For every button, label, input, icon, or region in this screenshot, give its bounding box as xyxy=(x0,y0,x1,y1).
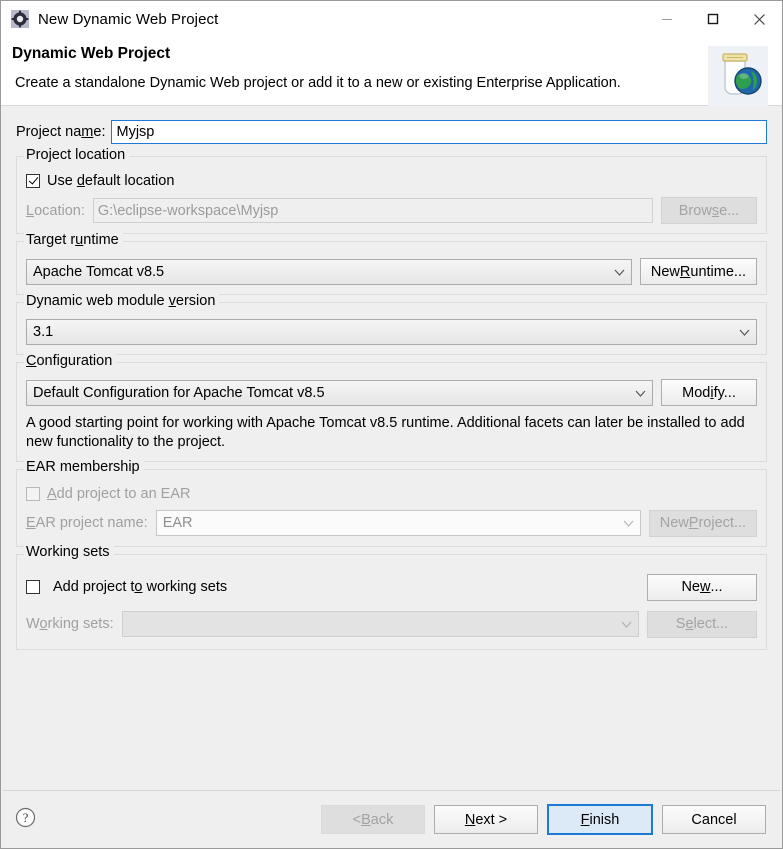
location-label: Location: xyxy=(26,202,85,219)
target-runtime-group-title: Target runtime xyxy=(24,231,123,248)
location-row: Location: Browse... xyxy=(26,197,757,225)
modify-button[interactable]: Mod i fy... xyxy=(661,379,757,407)
configuration-value: Default Configuration for Apache Tomcat … xyxy=(33,384,325,401)
minimize-button[interactable] xyxy=(644,1,690,37)
configuration-group-title: Configuration xyxy=(24,352,117,369)
module-version-row: 3.1 xyxy=(26,319,757,346)
ear-project-name-label: EAR project name: xyxy=(26,515,148,532)
module-version-group: Dynamic web module version 3.1 xyxy=(16,292,767,356)
new-project-button: New Project... xyxy=(648,509,757,537)
chevron-down-icon xyxy=(627,385,646,401)
maximize-button[interactable] xyxy=(690,1,736,37)
dialog-button-bar: ? < Back Next > Finish Cancel xyxy=(1,791,782,848)
configuration-description: A good starting point for working with A… xyxy=(26,415,745,450)
module-version-group-title: Dynamic web module version xyxy=(24,292,220,309)
wizard-header: Dynamic Web Project Create a standalone … xyxy=(1,37,782,107)
target-runtime-value: Apache Tomcat v8.5 xyxy=(33,263,165,280)
add-to-ear-row: Add project to an EAR xyxy=(26,486,757,502)
project-location-group-title: Project location xyxy=(24,146,130,163)
cancel-button[interactable]: Cancel xyxy=(662,805,766,834)
working-sets-label: Working sets: xyxy=(26,616,114,633)
ear-project-name-row: EAR project name: EAR New Project... xyxy=(26,509,757,537)
chevron-down-icon xyxy=(613,616,632,632)
target-runtime-group: Target runtime Apache Tomcat v8.5 New Ru… xyxy=(16,231,767,296)
configuration-combo[interactable]: Default Configuration for Apache Tomcat … xyxy=(26,379,653,406)
ear-membership-group: EAR membership Add project to an EAR EAR… xyxy=(16,459,767,547)
add-to-working-sets-row: Add project to working sets Ne w... xyxy=(26,573,757,601)
eclipse-gear-icon xyxy=(11,10,29,28)
use-default-location-checkbox[interactable] xyxy=(26,174,40,189)
window-title: New Dynamic Web Project xyxy=(38,10,219,28)
jar-globe-icon xyxy=(707,45,769,107)
help-question-icon[interactable]: ? xyxy=(15,807,36,832)
new-runtime-button[interactable]: New Runtime... xyxy=(639,258,757,286)
window-controls xyxy=(644,1,782,37)
module-version-value: 3.1 xyxy=(33,324,54,341)
browse-button: Brow s e... xyxy=(661,197,757,225)
working-sets-combo xyxy=(121,611,639,638)
use-default-location-label: Use default location xyxy=(47,173,175,190)
chevron-down-icon xyxy=(606,264,625,280)
add-to-ear-label: Add project to an EAR xyxy=(47,485,191,502)
project-name-row: Project name: xyxy=(16,120,767,145)
chevron-down-icon xyxy=(731,324,750,340)
ear-membership-group-title: EAR membership xyxy=(24,459,144,476)
next-button[interactable]: Next > xyxy=(434,805,538,834)
project-name-input[interactable] xyxy=(111,120,767,145)
title-bar: New Dynamic Web Project xyxy=(1,1,782,37)
target-runtime-combo[interactable]: Apache Tomcat v8.5 xyxy=(26,258,632,285)
working-sets-row: Working sets: Se lect... xyxy=(26,610,757,638)
project-name-label: Project name: xyxy=(16,124,106,141)
dialog-body: Project name: Project location Use defau… xyxy=(1,106,782,790)
target-runtime-row: Apache Tomcat v8.5 New Runtime... xyxy=(26,258,757,286)
project-location-group: Project location Use default location Lo… xyxy=(16,146,767,235)
ear-project-name-combo: EAR xyxy=(155,510,641,537)
close-button[interactable] xyxy=(736,1,782,37)
module-version-combo[interactable]: 3.1 xyxy=(26,319,757,346)
add-to-working-sets-label: Add project to working sets xyxy=(53,579,228,596)
working-sets-group: Working sets Add project to working sets… xyxy=(16,544,767,650)
select-button: Se lect... xyxy=(647,610,757,638)
finish-button[interactable]: Finish xyxy=(547,804,653,835)
svg-text:?: ? xyxy=(23,811,29,825)
new-working-set-button[interactable]: Ne w... xyxy=(647,573,757,601)
back-button: < Back xyxy=(321,805,425,834)
use-default-location-row[interactable]: Use default location xyxy=(26,173,757,189)
page-title: Dynamic Web Project xyxy=(12,45,171,62)
new-dynamic-web-project-dialog: New Dynamic Web Project Dynamic Web Proj… xyxy=(0,0,783,849)
location-input xyxy=(92,198,653,224)
ear-project-name-value: EAR xyxy=(162,515,193,532)
working-sets-group-title: Working sets xyxy=(24,544,114,561)
configuration-group: Configuration Default Configuration for … xyxy=(16,352,767,462)
chevron-down-icon xyxy=(615,515,634,531)
add-to-working-sets-checkbox[interactable] xyxy=(26,580,40,595)
page-description: Create a standalone Dynamic Web project … xyxy=(15,75,621,91)
configuration-row: Default Configuration for Apache Tomcat … xyxy=(26,379,757,407)
add-to-ear-checkbox xyxy=(26,486,40,501)
